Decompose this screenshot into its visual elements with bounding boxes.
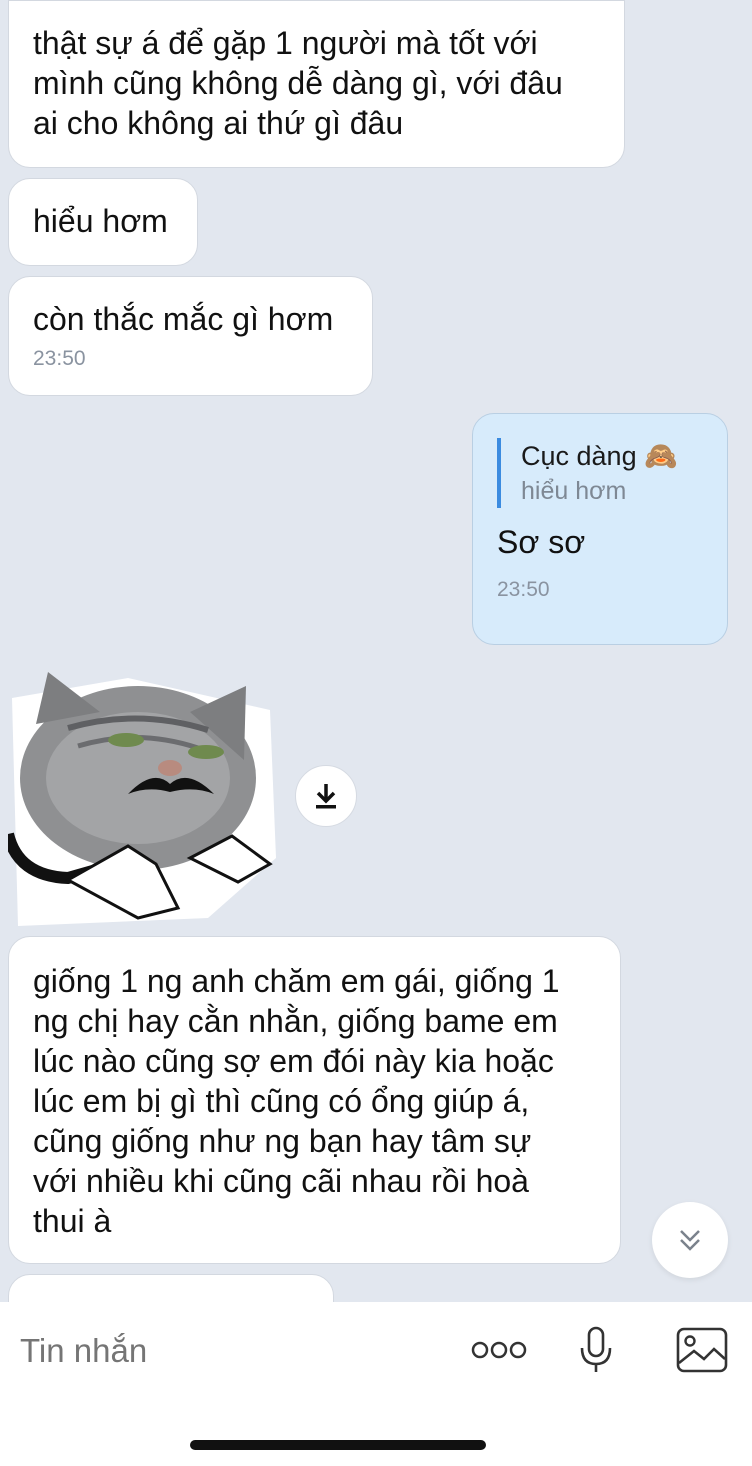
- image-icon: [676, 1327, 728, 1373]
- reply-quote[interactable]: Cục dàng 🙈 hiểu hơm: [497, 438, 703, 508]
- chat-area[interactable]: thật sự á để gặp 1 người mà tốt với mình…: [0, 0, 752, 1302]
- message-bubble-received[interactable]: thật sự á để gặp 1 người mà tốt với mình…: [8, 0, 625, 168]
- message-text: hiểu hơm: [33, 203, 168, 239]
- message-text: thật sự á để gặp 1 người mà tốt với mình…: [33, 25, 563, 141]
- download-icon: [316, 784, 336, 809]
- more-button[interactable]: [468, 1330, 530, 1370]
- quote-text: hiểu hơm: [521, 477, 627, 505]
- message-bubble-received[interactable]: giống 1 ng anh chăm em gái, giống 1 ng c…: [8, 936, 621, 1264]
- cat-sticker-image[interactable]: [8, 668, 278, 930]
- voice-message-button[interactable]: [572, 1324, 620, 1376]
- download-button[interactable]: [295, 765, 357, 827]
- scroll-to-bottom-button[interactable]: [652, 1202, 728, 1278]
- message-input[interactable]: [18, 1322, 442, 1380]
- message-time: 23:50: [33, 347, 86, 370]
- message-text: giống 1 ng anh chăm em gái, giống 1 ng c…: [33, 963, 560, 1239]
- message-bubble-sent[interactable]: Cục dàng 🙈 hiểu hơm Sơ sơ 23:50: [472, 413, 728, 645]
- message-text: Sơ sơ: [497, 524, 586, 560]
- message-time: 23:50: [497, 578, 550, 601]
- message-bubble-received[interactable]: [8, 1274, 334, 1302]
- gallery-button[interactable]: [674, 1324, 730, 1376]
- microphone-icon: [580, 1326, 612, 1372]
- message-text: còn thắc mắc gì hơm: [33, 301, 334, 337]
- message-bubble-received[interactable]: hiểu hơm: [8, 178, 198, 266]
- double-chevron-down-icon: [680, 1230, 700, 1251]
- quote-author: Cục dàng 🙈: [521, 441, 678, 471]
- more-dots-icon: [471, 1341, 527, 1359]
- home-indicator: [190, 1440, 486, 1450]
- message-bubble-received[interactable]: còn thắc mắc gì hơm 23:50: [8, 276, 373, 396]
